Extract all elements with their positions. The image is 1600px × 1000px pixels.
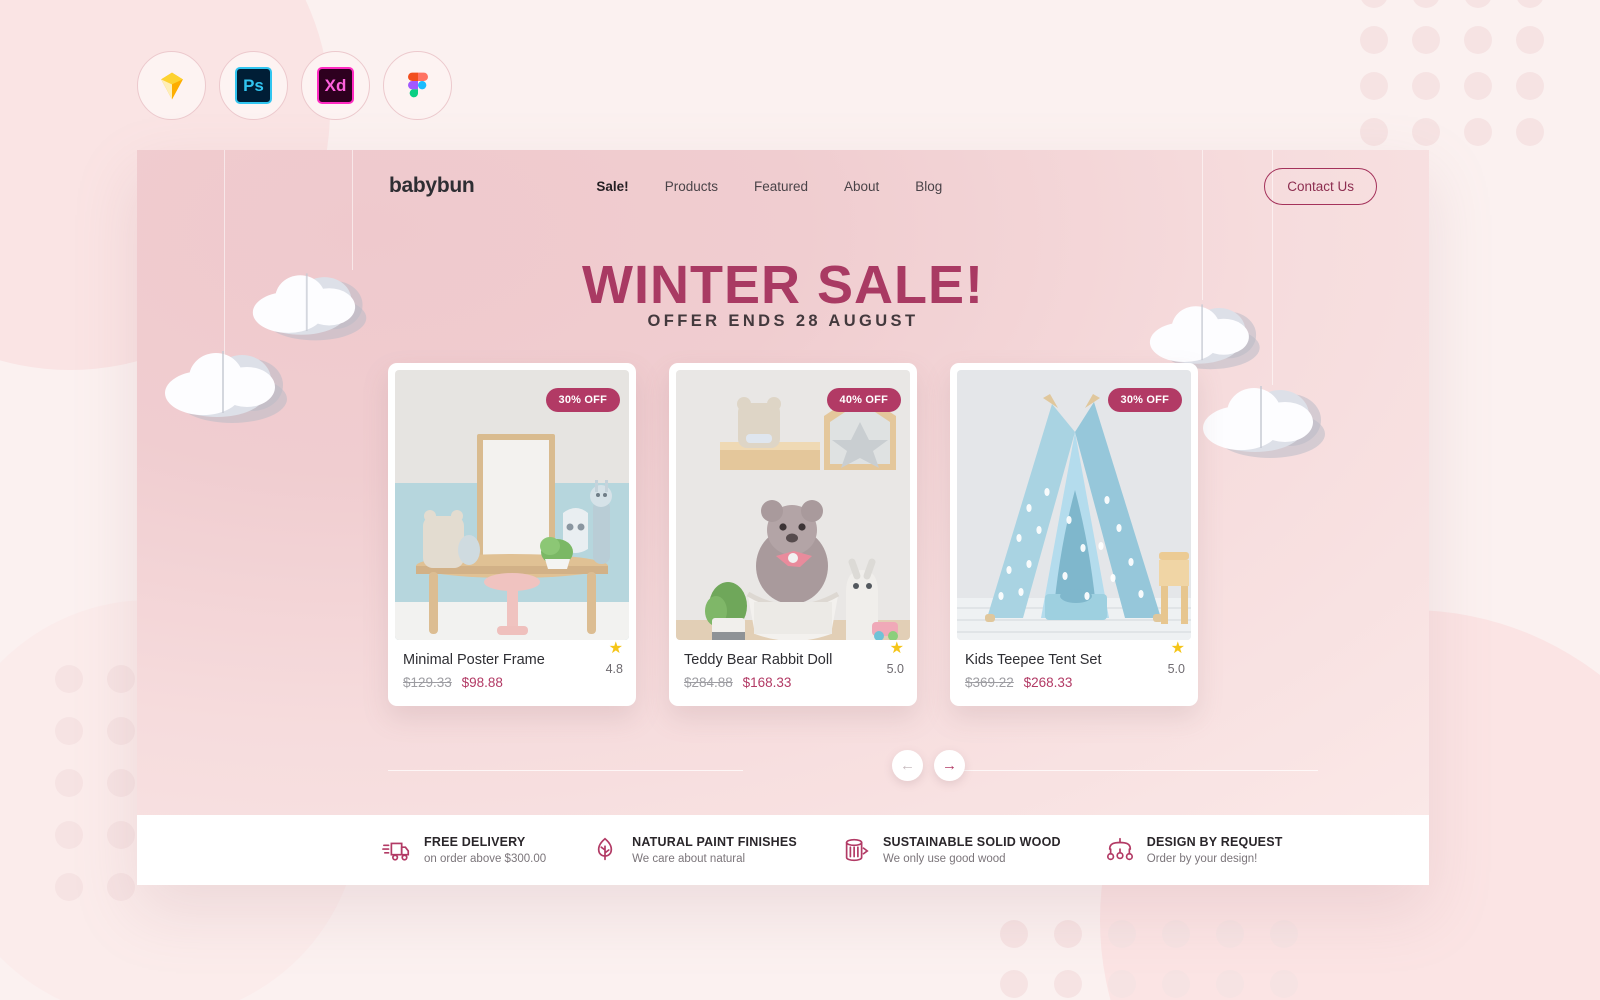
nav-link-products[interactable]: Products bbox=[665, 179, 718, 194]
product-prices: $369.22 $268.33 bbox=[965, 675, 1183, 690]
photoshop-icon: Ps bbox=[235, 67, 272, 104]
nav-link-blog[interactable]: Blog bbox=[915, 179, 942, 194]
feature-item: FREE DELIVERY on order above $300.00 bbox=[382, 835, 546, 865]
feature-subtitle: We only use good wood bbox=[882, 853, 1006, 865]
discount-badge: 30% OFF bbox=[1107, 388, 1182, 412]
product-image: 30% OFF bbox=[957, 370, 1191, 640]
product-prices: $284.88 $168.33 bbox=[684, 675, 902, 690]
product-info: Minimal Poster Frame ★ 4.8 $129.33 $98.8… bbox=[395, 640, 629, 690]
product-card[interactable]: 30% OFF bbox=[388, 363, 636, 706]
product-card[interactable]: 40% OFF Teddy Bear Rabbit Doll ★ 5.0 $28… bbox=[669, 363, 917, 706]
carousel-rail-left bbox=[388, 770, 743, 771]
discount-badge: 40% OFF bbox=[826, 388, 901, 412]
carousel-next-button[interactable]: → bbox=[934, 750, 965, 781]
chip-sketch[interactable] bbox=[137, 51, 206, 120]
nav-link-featured[interactable]: Featured bbox=[754, 179, 808, 194]
product-name: Kids Teepee Tent Set bbox=[965, 652, 1102, 668]
website-mockup: babybun Sale! Products Featured About Bl… bbox=[137, 150, 1429, 885]
dot-grid-top-right bbox=[1360, 0, 1580, 146]
product-old-price: $369.22 bbox=[965, 675, 1014, 690]
contact-us-button[interactable]: Contact Us bbox=[1264, 167, 1377, 205]
feature-text: SUSTAINABLE SOLID WOOD We only use good … bbox=[883, 835, 1061, 865]
product-name: Minimal Poster Frame bbox=[403, 652, 545, 668]
nav-link-sale[interactable]: Sale! bbox=[596, 179, 628, 194]
product-image: 30% OFF bbox=[395, 370, 629, 640]
feature-text: NATURAL PAINT FINISHES We care about nat… bbox=[632, 835, 797, 865]
chip-adobe-xd[interactable]: Xd bbox=[301, 51, 370, 120]
figma-icon bbox=[407, 72, 428, 97]
product-info: Kids Teepee Tent Set ★ 5.0 $369.22 $268.… bbox=[957, 640, 1191, 690]
site-logo[interactable]: babybun bbox=[389, 174, 475, 198]
feature-text: DESIGN BY REQUEST Order by your design! bbox=[1147, 835, 1283, 865]
product-rating: 4.8 bbox=[605, 662, 623, 676]
product-image: 40% OFF bbox=[676, 370, 910, 640]
feature-text: FREE DELIVERY on order above $300.00 bbox=[424, 835, 546, 865]
feature-title: DESIGN BY REQUEST bbox=[1146, 835, 1283, 849]
product-card-list: 30% OFF Minimal Poster Frame ★ 4.8 $129.… bbox=[388, 363, 1198, 706]
product-old-price: $129.33 bbox=[403, 675, 452, 690]
product-name: Teddy Bear Rabbit Doll bbox=[684, 652, 833, 668]
adobe-xd-icon: Xd bbox=[317, 67, 354, 104]
feature-subtitle: Order by your design! bbox=[1146, 853, 1258, 865]
delivery-truck-icon bbox=[382, 842, 410, 861]
dot-grid-bottom-right bbox=[1000, 920, 1330, 1000]
hero-section: babybun Sale! Products Featured About Bl… bbox=[137, 150, 1429, 815]
star-icon: ★ bbox=[1170, 640, 1185, 657]
product-info: Teddy Bear Rabbit Doll ★ 5.0 $284.88 $16… bbox=[676, 640, 910, 690]
design-tool-chips: Ps Xd bbox=[137, 51, 452, 120]
product-prices: $129.33 $98.88 bbox=[403, 675, 621, 690]
top-navigation: babybun Sale! Products Featured About Bl… bbox=[137, 150, 1429, 222]
paper-cloud bbox=[1197, 380, 1347, 460]
carousel-prev-button[interactable]: ← bbox=[892, 750, 923, 781]
product-new-price: $168.33 bbox=[742, 675, 792, 690]
star-icon: ★ bbox=[889, 640, 904, 657]
product-card[interactable]: 30% OFF bbox=[950, 363, 1198, 706]
wood-log-icon bbox=[845, 838, 869, 862]
product-rating: 5.0 bbox=[886, 662, 904, 676]
nav-links: Sale! Products Featured About Blog bbox=[596, 179, 942, 194]
feature-subtitle: We care about natural bbox=[632, 853, 746, 865]
feature-item: NATURAL PAINT FINISHES We care about nat… bbox=[590, 835, 797, 865]
carousel-controls: ← → bbox=[388, 750, 1318, 790]
hero-subtitle: OFFER ENDS 28 AUGUST bbox=[647, 312, 919, 330]
hero-title: WINTER SALE! bbox=[582, 255, 984, 315]
feature-bar: FREE DELIVERY on order above $300.00 NAT… bbox=[137, 815, 1429, 885]
chip-figma[interactable] bbox=[383, 51, 452, 120]
product-new-price: $98.88 bbox=[461, 675, 503, 690]
feature-item: SUSTAINABLE SOLID WOOD We only use good … bbox=[841, 835, 1061, 865]
nav-link-about[interactable]: About bbox=[844, 179, 879, 194]
feature-subtitle: on order above $300.00 bbox=[424, 853, 547, 865]
sketch-icon bbox=[160, 72, 183, 99]
carousel-rail-right bbox=[963, 770, 1318, 771]
product-rating: 5.0 bbox=[1167, 662, 1185, 676]
product-old-price: $284.88 bbox=[684, 675, 733, 690]
star-icon: ★ bbox=[608, 640, 623, 657]
baby-mobile-icon bbox=[1106, 837, 1133, 861]
discount-badge: 30% OFF bbox=[545, 388, 620, 412]
feature-item: DESIGN BY REQUEST Order by your design! bbox=[1105, 835, 1283, 865]
leaf-icon bbox=[597, 837, 613, 861]
paper-cloud bbox=[159, 345, 309, 425]
feature-title: NATURAL PAINT FINISHES bbox=[632, 835, 797, 849]
feature-title: FREE DELIVERY bbox=[424, 835, 526, 849]
product-new-price: $268.33 bbox=[1023, 675, 1073, 690]
feature-title: SUSTAINABLE SOLID WOOD bbox=[882, 835, 1061, 849]
chip-photoshop[interactable]: Ps bbox=[219, 51, 288, 120]
